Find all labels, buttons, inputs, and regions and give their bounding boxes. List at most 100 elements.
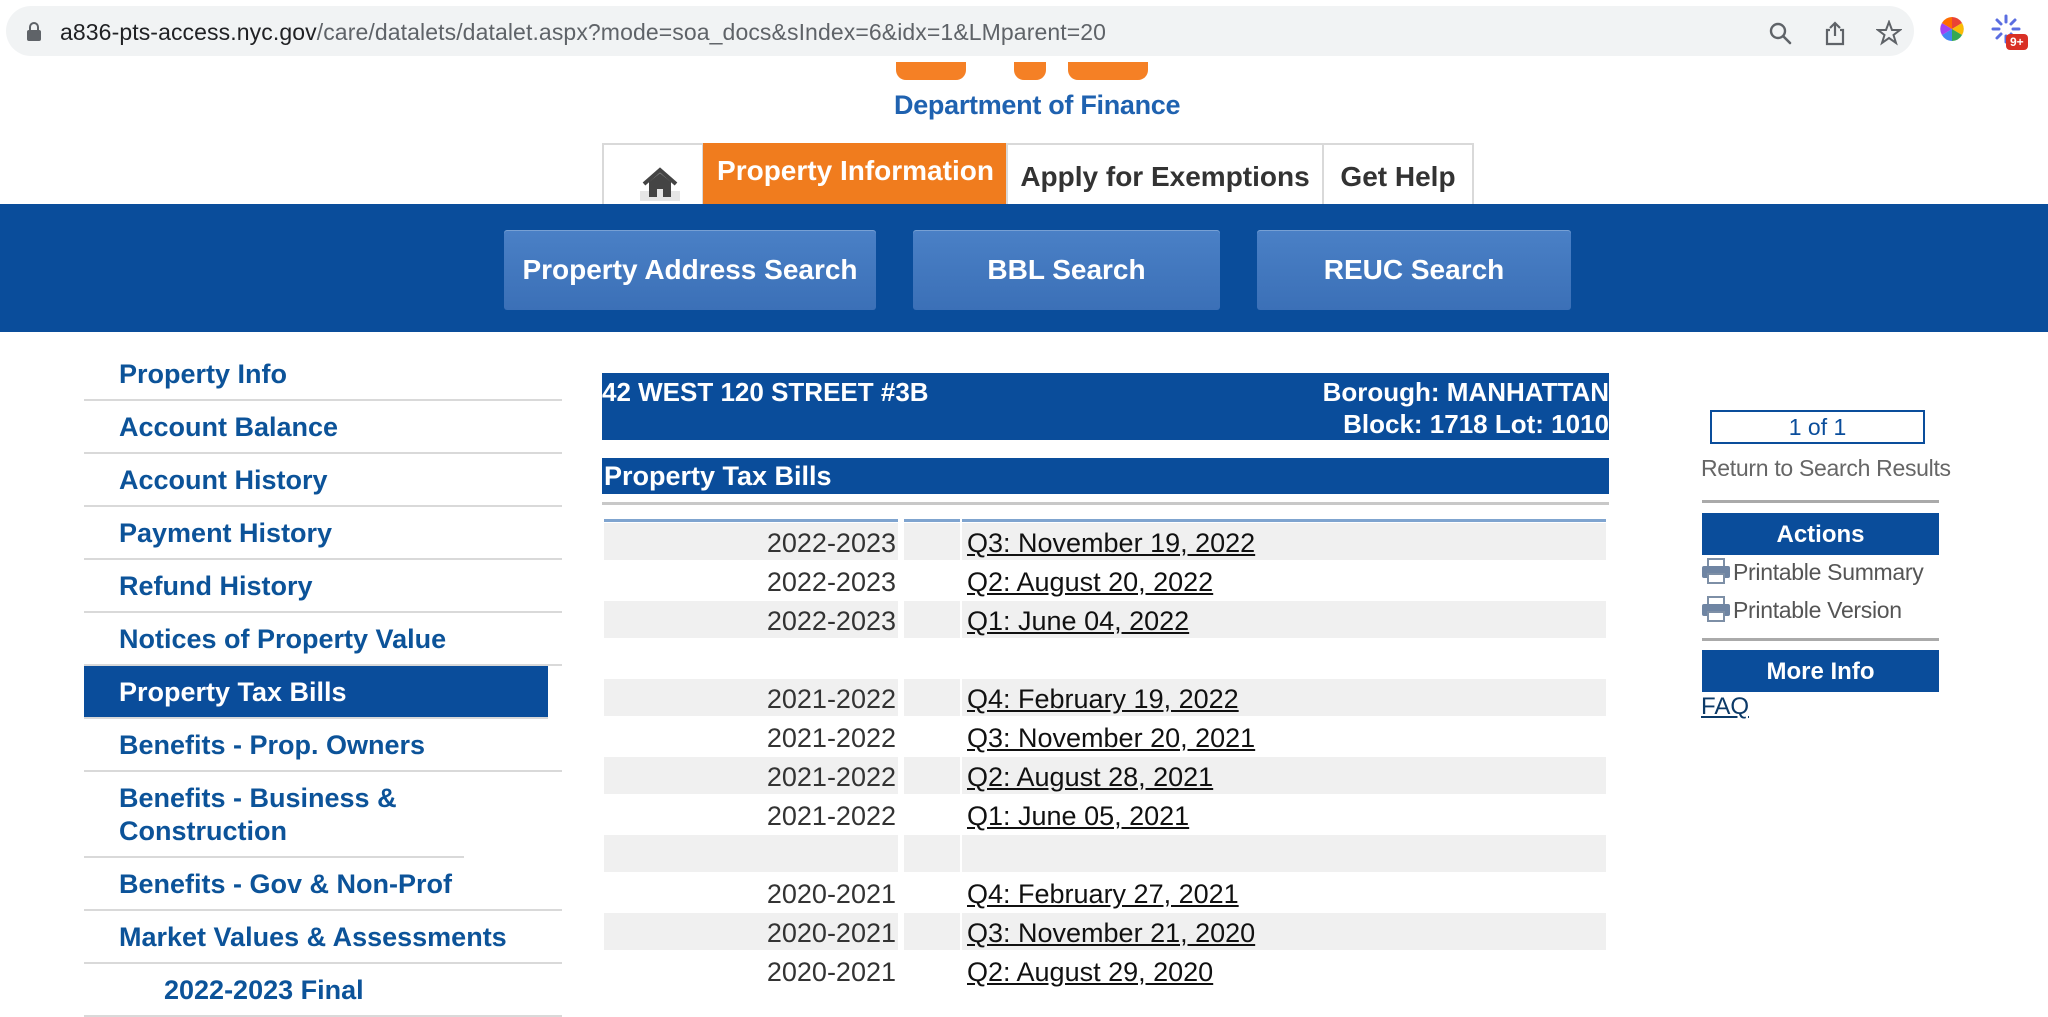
table-cell-empty xyxy=(904,601,960,638)
tax-bills-table: 2022-2023 Q3: November 19, 2022 2022-2023 Q… xyxy=(604,519,1606,991)
bill-year: 2020-2021 xyxy=(604,913,898,950)
bill-link[interactable]: Q4: February 19, 2022 xyxy=(967,684,1239,714)
table-cell-empty xyxy=(904,874,960,911)
table-spacer-row xyxy=(604,835,1606,874)
table-cell-empty xyxy=(904,679,960,716)
table-row: 2021-2022 Q2: August 28, 2021 xyxy=(604,757,1606,796)
bill-link[interactable]: Q2: August 29, 2020 xyxy=(967,957,1213,987)
nyc-logo xyxy=(896,62,1150,80)
table-row: 2021-2022 Q1: June 05, 2021 xyxy=(604,796,1606,835)
tab-apply-for-exemptions[interactable]: Apply for Exemptions xyxy=(1006,143,1324,205)
bbl-search-button[interactable]: BBL Search xyxy=(913,230,1220,310)
property-block-lot: Block: 1718 Lot: 1010 xyxy=(1343,409,1609,439)
color-wheel-extension-icon[interactable] xyxy=(1937,14,1967,44)
reuc-search-button[interactable]: REUC Search xyxy=(1257,230,1571,310)
table-row: 2021-2022 Q4: February 19, 2022 xyxy=(604,679,1606,718)
sidebar-item-refund-history[interactable]: Refund History xyxy=(84,560,562,613)
bill-link[interactable]: Q2: August 20, 2022 xyxy=(967,567,1213,597)
bill-year xyxy=(604,640,898,677)
table-cell-empty xyxy=(904,796,960,833)
printable-version-label: Printable Version xyxy=(1733,597,1902,623)
bill-link-cell: Q3: November 21, 2020 xyxy=(962,913,1606,950)
bill-link-cell: Q1: June 05, 2021 xyxy=(962,796,1606,833)
printable-summary-link[interactable]: Printable Summary xyxy=(1701,558,1924,586)
printer-icon xyxy=(1702,558,1730,584)
property-address-search-button[interactable]: Property Address Search xyxy=(504,230,876,310)
search-icon[interactable] xyxy=(1767,20,1793,46)
bill-link[interactable]: Q4: February 27, 2021 xyxy=(967,879,1239,909)
bookmark-star-icon[interactable] xyxy=(1876,20,1902,46)
property-address: 42 WEST 120 STREET #3B xyxy=(602,377,929,407)
bill-link-cell xyxy=(962,835,1606,872)
bill-link[interactable]: Q1: June 04, 2022 xyxy=(967,606,1189,636)
more-info-header: More Info xyxy=(1702,650,1939,692)
faq-link[interactable]: FAQ xyxy=(1701,693,1749,721)
property-header: 42 WEST 120 STREET #3B Borough: MANHATTA… xyxy=(602,373,1609,440)
return-to-search-results-link[interactable]: Return to Search Results xyxy=(1701,455,1951,482)
sidebar-item-payment-history[interactable]: Payment History xyxy=(84,507,562,560)
table-cell-empty xyxy=(904,523,960,560)
extension-badge: 9+ xyxy=(2006,34,2028,50)
table-cell-empty xyxy=(904,640,960,677)
bill-link-cell: Q3: November 19, 2022 xyxy=(962,523,1606,560)
sidebar-item-account-balance[interactable]: Account Balance xyxy=(84,401,562,454)
sidebar-item-2022-2023-final[interactable]: 2022-2023 Final xyxy=(84,964,562,1017)
printable-summary-label: Printable Summary xyxy=(1733,559,1924,585)
share-icon[interactable] xyxy=(1822,20,1848,46)
address-bar[interactable]: a836-pts-access.nyc.gov/care/datalets/da… xyxy=(6,6,1914,56)
bill-year: 2022-2023 xyxy=(604,601,898,638)
sidebar-item-notices-of-property-value[interactable]: Notices of Property Value xyxy=(84,613,562,666)
printable-version-link[interactable]: Printable Version xyxy=(1701,596,1902,624)
sidebar-item-market-values-assessments[interactable]: Market Values & Assessments xyxy=(84,911,562,964)
table-cell-empty xyxy=(904,562,960,599)
bill-year: 2021-2022 xyxy=(766,801,896,831)
bill-year: 2022-2023 xyxy=(766,567,896,597)
bill-link-cell: Q4: February 27, 2021 xyxy=(962,874,1606,911)
url-text[interactable]: a836-pts-access.nyc.gov/care/datalets/da… xyxy=(60,19,1106,46)
table-row: 2022-2023 Q1: June 04, 2022 xyxy=(604,601,1606,640)
lock-icon[interactable] xyxy=(26,22,42,42)
bill-link[interactable]: Q3: November 19, 2022 xyxy=(967,528,1255,558)
result-pager: 1 of 1 xyxy=(1710,410,1925,444)
bill-year xyxy=(604,835,898,872)
table-cell-empty xyxy=(904,913,960,950)
home-icon xyxy=(640,167,680,201)
bill-link-cell: Q3: November 20, 2021 xyxy=(962,718,1606,755)
sidebar-item-benefits-business-construction[interactable]: Benefits - Business & Construction xyxy=(84,772,464,858)
table-row: 2020-2021 Q3: November 21, 2020 xyxy=(604,913,1606,952)
bill-link-cell: Q1: June 04, 2022 xyxy=(962,601,1606,638)
bill-link[interactable]: Q3: November 20, 2021 xyxy=(967,723,1255,753)
table-row: 2020-2021 Q4: February 27, 2021 xyxy=(604,874,1606,913)
table-cell-empty xyxy=(904,952,960,989)
bill-year: 2021-2022 xyxy=(604,679,898,716)
sidebar-item-benefits-gov-non-prof[interactable]: Benefits - Gov & Non-Prof xyxy=(84,858,562,911)
tab-get-help[interactable]: Get Help xyxy=(1322,143,1474,205)
tab-property-information[interactable]: Property Information xyxy=(703,143,1008,205)
sidebar-item-property-tax-bills[interactable]: Property Tax Bills xyxy=(84,666,548,719)
sidebar-item-account-history[interactable]: Account History xyxy=(84,454,562,507)
search-bar: Property Address Search BBL Search REUC … xyxy=(0,204,2048,332)
bill-year: 2021-2022 xyxy=(766,723,896,753)
bill-link[interactable]: Q2: August 28, 2021 xyxy=(967,762,1213,792)
tab-home[interactable] xyxy=(602,143,704,205)
bill-year: 2020-2021 xyxy=(766,879,896,909)
table-spacer-row xyxy=(604,640,1606,679)
bill-link-cell: Q2: August 29, 2020 xyxy=(962,952,1606,989)
sidebar-item-property-info[interactable]: Property Info xyxy=(84,348,562,401)
bill-year: 2021-2022 xyxy=(604,757,898,794)
right-divider xyxy=(1702,638,1939,641)
bill-link-cell: Q4: February 19, 2022 xyxy=(962,679,1606,716)
department-title: Department of Finance xyxy=(894,90,1181,120)
property-borough: Borough: MANHATTAN xyxy=(1322,377,1609,407)
printer-icon xyxy=(1702,596,1730,622)
bill-link[interactable]: Q3: November 21, 2020 xyxy=(967,918,1255,948)
sidebar-item-benefits-prop-owners[interactable]: Benefits - Prop. Owners xyxy=(84,719,562,772)
url-path: /care/datalets/datalet.aspx?mode=soa_doc… xyxy=(316,19,1107,45)
table-row: 2022-2023 Q2: August 20, 2022 xyxy=(604,562,1606,601)
table-cell-empty xyxy=(904,757,960,794)
bill-link[interactable]: Q1: June 05, 2021 xyxy=(967,801,1189,831)
table-cell-empty xyxy=(904,835,960,872)
section-divider xyxy=(602,502,1609,505)
sidebar-nav: Property Info Account Balance Account Hi… xyxy=(84,348,562,1017)
table-row: 2020-2021 Q2: August 29, 2020 xyxy=(604,952,1606,991)
